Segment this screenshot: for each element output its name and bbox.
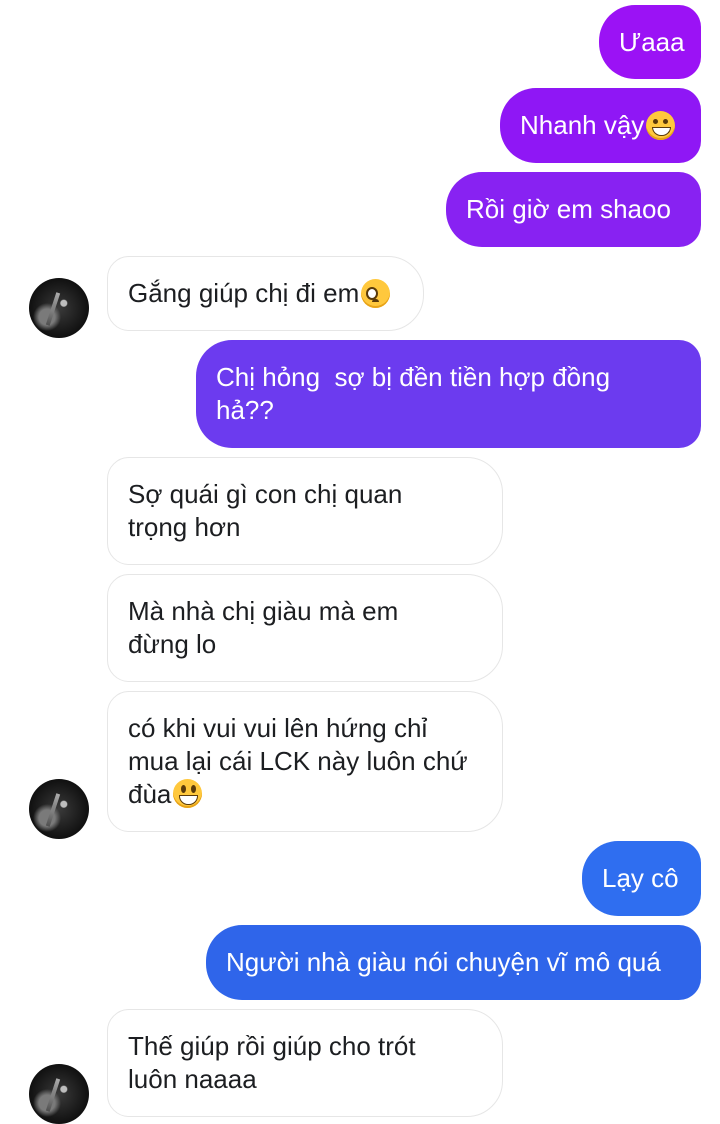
sent-message-2[interactable]: Nhanh vậy xyxy=(500,88,701,163)
received-message-1[interactable]: Gắng giúp chị đi em xyxy=(107,256,424,331)
message-text: Lạy cô xyxy=(602,863,679,893)
contact-avatar[interactable] xyxy=(29,1064,89,1124)
received-message-4[interactable]: có khi vui vui lên hứng chỉ mua lại cái … xyxy=(107,691,503,832)
sent-message-4[interactable]: Chị hỏng sợ bị đền tiền hợp đồng hả?? xyxy=(196,340,701,448)
received-message-5[interactable]: Thế giúp rồi giúp cho trót luôn naaaa xyxy=(107,1009,503,1117)
sent-message-1[interactable]: Ưaaa xyxy=(599,5,701,79)
sent-message-6[interactable]: Người nhà giàu nói chuyện vĩ mô quá xyxy=(206,925,701,1000)
message-text: có khi vui vui lên hứng chỉ mua lại cái … xyxy=(128,713,468,809)
message-text: Người nhà giàu nói chuyện vĩ mô quá xyxy=(226,947,661,977)
message-text: Nhanh vậy xyxy=(520,110,645,140)
message-text: Sợ quái gì con chị quan trọng hơn xyxy=(128,479,403,542)
message-text: Thế giúp rồi giúp cho trót luôn naaaa xyxy=(128,1031,416,1094)
message-text: Gắng giúp chị đi em xyxy=(128,278,360,308)
contact-avatar[interactable] xyxy=(29,779,89,839)
received-message-2[interactable]: Sợ quái gì con chị quan trọng hơn xyxy=(107,457,503,565)
message-text: Mà nhà chị giàu mà em đừng lo xyxy=(128,596,399,659)
received-message-3[interactable]: Mà nhà chị giàu mà em đừng lo xyxy=(107,574,503,682)
message-text: Chị hỏng sợ bị đền tiền hợp đồng hả?? xyxy=(216,362,611,425)
sent-message-3[interactable]: Rồi giờ em shaoo xyxy=(446,172,701,247)
pleading-emoji-icon xyxy=(361,279,391,308)
grinning-emoji-icon xyxy=(646,111,676,140)
smiley-emoji-icon xyxy=(173,779,203,808)
sent-message-5[interactable]: Lạy cô xyxy=(582,841,701,916)
contact-avatar[interactable] xyxy=(29,278,89,338)
message-text: Rồi giờ em shaoo xyxy=(466,194,671,224)
message-text: Ưaaa xyxy=(619,26,685,57)
